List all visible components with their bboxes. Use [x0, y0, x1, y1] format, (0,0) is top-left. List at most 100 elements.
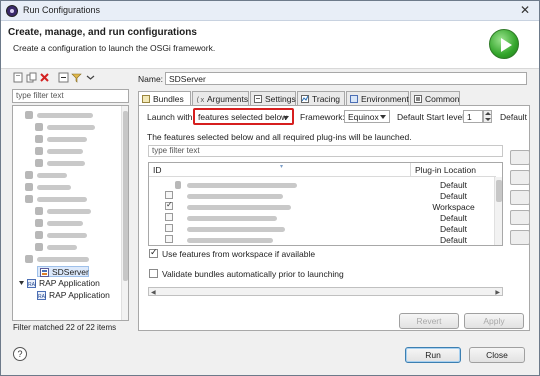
tree-scroll-thumb[interactable]	[123, 111, 128, 281]
common-icon	[414, 95, 422, 103]
configuration-tree[interactable]: SDServer RAP RAP Application RAP RAP App…	[12, 105, 129, 321]
validate-label: Validate bundles automatically prior to …	[162, 269, 344, 279]
location-cell: Default	[440, 235, 467, 245]
tree-row[interactable]	[17, 254, 117, 265]
arguments-icon: (x	[196, 97, 204, 103]
tree-row[interactable]	[17, 230, 117, 241]
side-button[interactable]	[510, 190, 530, 205]
name-field[interactable]: SDServer	[165, 72, 527, 85]
name-label: Name:	[138, 74, 164, 84]
validate-checkbox[interactable]	[149, 269, 158, 278]
collapse-all-icon[interactable]	[58, 72, 69, 83]
collapse-arrow-icon[interactable]	[19, 280, 25, 286]
location-cell: Workspace	[432, 202, 475, 212]
filter-icon[interactable]	[71, 72, 82, 83]
start-level-field[interactable]: 1	[463, 110, 483, 123]
column-header-location[interactable]: Plug-in Location	[411, 163, 496, 177]
tree-row[interactable]	[17, 158, 117, 169]
delete-config-icon[interactable]	[39, 72, 50, 83]
table-scrollbar[interactable]	[494, 177, 502, 245]
feature-filter-input[interactable]: type filter text	[148, 145, 503, 157]
tree-row[interactable]	[17, 194, 117, 205]
table-row[interactable]: Default	[149, 212, 496, 223]
eclipse-icon	[6, 5, 18, 17]
side-button[interactable]	[510, 170, 530, 185]
tree-row[interactable]	[17, 242, 117, 253]
new-config-icon[interactable]	[13, 72, 24, 83]
side-button[interactable]	[510, 210, 530, 225]
close-window-icon[interactable]: ✕	[517, 3, 533, 18]
feature-checkbox[interactable]	[165, 200, 173, 210]
table-row[interactable]: Workspace	[149, 200, 496, 212]
use-workspace-checkbox[interactable]	[149, 247, 158, 258]
tree-scrollbar[interactable]	[121, 106, 128, 320]
launch-with-label: Launch with:	[147, 112, 195, 122]
tree-item-label: RAP Application	[39, 278, 100, 288]
location-cell: Default	[440, 224, 467, 234]
chevron-down-icon	[283, 116, 289, 120]
feature-checkbox[interactable]	[165, 224, 173, 232]
side-button[interactable]	[510, 230, 530, 245]
scroll-left-icon[interactable]: ◀	[151, 289, 156, 296]
run-button[interactable]: Run	[405, 347, 461, 363]
side-button[interactable]	[510, 150, 530, 165]
table-scroll-thumb[interactable]	[496, 180, 502, 202]
launch-with-select[interactable]: features selected below	[193, 108, 294, 125]
tracing-icon	[301, 95, 309, 103]
tab-tracing[interactable]: Tracing	[297, 91, 345, 105]
tab-common[interactable]: Common	[410, 91, 460, 105]
feature-checkbox[interactable]	[165, 191, 173, 199]
close-button[interactable]: Close	[469, 347, 525, 363]
scroll-right-icon[interactable]: ▶	[495, 289, 500, 296]
tree-row[interactable]	[17, 146, 117, 157]
tree-item-sdserver[interactable]: SDServer	[37, 266, 89, 277]
tree-row[interactable]	[17, 122, 117, 133]
bundles-icon	[142, 95, 150, 103]
tab-arguments[interactable]: (x Arguments	[192, 91, 249, 105]
duplicate-config-icon[interactable]	[26, 72, 37, 83]
table-row[interactable]: Default	[149, 179, 496, 190]
table-row[interactable]: Default	[149, 234, 496, 245]
tree-item-rap-application[interactable]: RAP RAP Application	[27, 290, 121, 301]
feature-checkbox[interactable]	[165, 213, 173, 221]
default-start-level-label: Default Start level:	[397, 112, 467, 122]
horizontal-scrollbar[interactable]: ◀ ▶	[148, 287, 503, 296]
default-auto-start-label: Default	[500, 112, 527, 122]
chevron-down-icon[interactable]	[85, 72, 96, 83]
use-workspace-label: Use features from workspace if available	[162, 249, 316, 259]
svg-text:RAP: RAP	[28, 282, 36, 288]
tree-row[interactable]	[17, 206, 117, 217]
apply-button[interactable]: Apply	[464, 313, 524, 329]
feature-checkbox[interactable]	[165, 235, 173, 243]
tab-bundles[interactable]: Bundles	[138, 91, 191, 106]
location-cell: Default	[440, 191, 467, 201]
run-badge-icon	[489, 29, 519, 59]
svg-text:RAP: RAP	[38, 294, 46, 300]
help-icon[interactable]: ?	[13, 347, 27, 361]
settings-icon	[254, 95, 262, 103]
tab-settings[interactable]: Settings	[250, 91, 296, 105]
tree-item-label: SDServer	[52, 267, 89, 277]
tree-row[interactable]	[17, 182, 117, 193]
osgi-config-icon	[40, 268, 49, 277]
config-tabs: Bundles (x Arguments Settings Tracing En…	[138, 91, 530, 106]
start-level-stepper[interactable]	[483, 110, 492, 123]
tab-environment[interactable]: Environment	[346, 91, 409, 105]
config-filter-input[interactable]: type filter text	[12, 89, 129, 103]
tree-row[interactable]	[17, 110, 117, 121]
table-row[interactable]: Default	[149, 190, 496, 201]
framework-select[interactable]: Equinox	[344, 110, 390, 123]
location-cell: Default	[440, 213, 467, 223]
tree-row[interactable]	[17, 134, 117, 145]
tree-row[interactable]	[17, 218, 117, 229]
features-description: The features selected below and all requ…	[147, 132, 412, 142]
title-bar: Run Configurations ✕	[1, 1, 539, 21]
sort-indicator-icon: ▾	[280, 164, 284, 170]
tree-item-rap-application-group[interactable]: RAP RAP Application	[17, 278, 121, 289]
tree-row[interactable]	[17, 170, 117, 181]
filter-status: Filter matched 22 of 22 items	[13, 323, 117, 332]
dialog-header: Create, manage, and run configurations C…	[1, 21, 539, 69]
features-table: ID ▾ Plug-in Location Default Default Wo…	[148, 162, 503, 246]
revert-button[interactable]: Revert	[399, 313, 459, 329]
table-row[interactable]: Default	[149, 223, 496, 234]
